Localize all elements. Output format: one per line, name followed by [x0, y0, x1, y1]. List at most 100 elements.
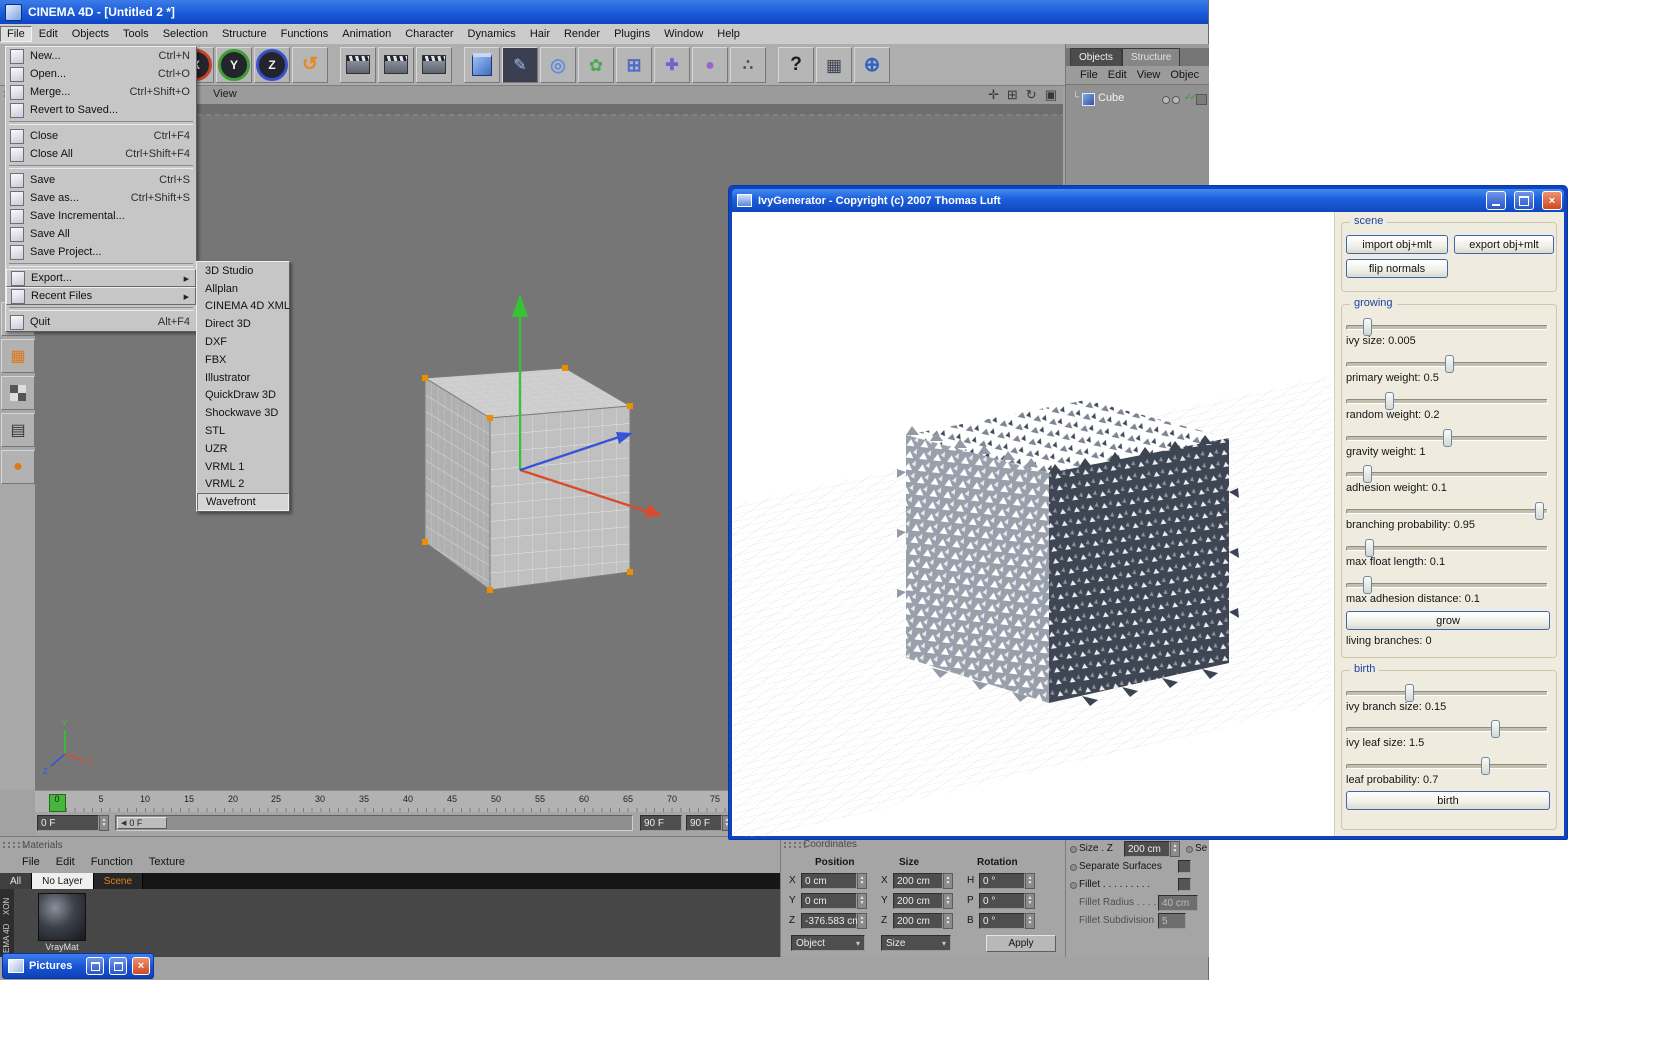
- coordinate-system-button[interactable]: [292, 46, 328, 83]
- rot-b-stepper[interactable]: [1025, 913, 1035, 929]
- export-stl[interactable]: STL: [197, 422, 289, 440]
- menu-character[interactable]: Character: [398, 26, 460, 42]
- size-z-stepper[interactable]: [943, 913, 953, 929]
- frame-slider-thumb[interactable]: 0 F: [117, 817, 167, 829]
- menu-animation[interactable]: Animation: [335, 26, 398, 42]
- coord-size-dropdown[interactable]: Size: [881, 935, 951, 951]
- maximize-view-button[interactable]: ▣: [1045, 87, 1057, 103]
- menu-hair[interactable]: Hair: [523, 26, 557, 42]
- file-menu-export[interactable]: Export...: [6, 269, 196, 287]
- minimize-button[interactable]: [1486, 191, 1506, 210]
- export-wavefront[interactable]: Wavefront: [197, 493, 289, 512]
- ivy-size-slider[interactable]: [1346, 318, 1548, 336]
- slider-thumb[interactable]: [1445, 355, 1454, 373]
- enable-check-icon[interactable]: ✓✓: [1184, 92, 1198, 103]
- export-allplan[interactable]: Allplan: [197, 280, 289, 298]
- array-tool-button[interactable]: [578, 46, 614, 83]
- objects-menu-objects[interactable]: Objec: [1170, 69, 1199, 81]
- maximize-button[interactable]: [1514, 191, 1534, 210]
- tree-row-cube[interactable]: └ Cube ✓✓: [1066, 91, 1209, 107]
- size-z-field[interactable]: 200 cm: [893, 913, 943, 929]
- size-y-field[interactable]: 200 cm: [893, 893, 943, 909]
- file-menu-recent-files[interactable]: Recent Files: [6, 287, 196, 305]
- nurbs-tool-button[interactable]: [540, 46, 576, 83]
- file-menu-revert[interactable]: Revert to Saved...: [6, 101, 196, 119]
- branching-probability-slider[interactable]: [1346, 502, 1548, 520]
- menu-structure[interactable]: Structure: [215, 26, 274, 42]
- max-adhesion-distance-slider[interactable]: [1346, 576, 1548, 594]
- apply-button[interactable]: Apply: [986, 935, 1056, 952]
- menu-dynamics[interactable]: Dynamics: [461, 26, 523, 42]
- size-x-stepper[interactable]: [943, 873, 953, 889]
- materials-menu-edit[interactable]: Edit: [56, 856, 75, 868]
- pos-z-field[interactable]: -376.583 cm: [801, 913, 861, 929]
- slider-thumb[interactable]: [1535, 502, 1544, 520]
- anim-dot[interactable]: [1070, 846, 1077, 853]
- menu-edit[interactable]: Edit: [32, 26, 65, 42]
- particle-tool-button[interactable]: [692, 46, 728, 83]
- tab-no-layer[interactable]: No Layer: [32, 873, 94, 889]
- attr-size-z-field[interactable]: 200 cm: [1124, 841, 1170, 857]
- material-thumbnail[interactable]: [38, 893, 86, 941]
- workplane-mode-button[interactable]: ▤: [1, 413, 35, 447]
- objects-menu-edit[interactable]: Edit: [1108, 69, 1127, 81]
- flip-normals-button[interactable]: flip normals: [1346, 259, 1448, 278]
- z-axis-lock-button[interactable]: Z: [254, 46, 290, 83]
- tab-objects[interactable]: Objects: [1070, 48, 1122, 66]
- attr-size-z-stepper[interactable]: [1170, 841, 1180, 857]
- primary-weight-slider[interactable]: [1346, 355, 1548, 373]
- layer-chip[interactable]: [1196, 94, 1207, 105]
- leaf-probability-slider[interactable]: [1346, 757, 1548, 775]
- boolean-tool-button[interactable]: [616, 46, 652, 83]
- menu-functions[interactable]: Functions: [274, 26, 336, 42]
- current-frame-field[interactable]: 0 F: [37, 815, 99, 831]
- rotate-view-button[interactable]: ↻: [1026, 87, 1037, 103]
- materials-menu-texture[interactable]: Texture: [149, 856, 185, 868]
- size-y-stepper[interactable]: [943, 893, 953, 909]
- scene-tool-button[interactable]: [730, 46, 766, 83]
- fillet-radius-field[interactable]: 40 cm: [1158, 895, 1198, 911]
- panel-handle[interactable]: [783, 841, 809, 849]
- model-mode-button[interactable]: ▦: [1, 339, 35, 373]
- file-menu-close[interactable]: Close Ctrl+F4: [6, 127, 196, 145]
- import-obj-button[interactable]: import obj+mlt: [1346, 235, 1448, 254]
- render-settings-button[interactable]: [416, 46, 452, 83]
- close-button[interactable]: ×: [132, 957, 150, 975]
- texture-mode-button[interactable]: [1, 376, 35, 410]
- export-vrml-2[interactable]: VRML 2: [197, 476, 289, 494]
- frame-slider[interactable]: 0 F: [115, 815, 633, 831]
- ivy-titlebar[interactable]: IvyGenerator - Copyright (c) 2007 Thomas…: [732, 189, 1564, 212]
- visibility-render-toggle[interactable]: [1172, 96, 1180, 104]
- max-frame-field[interactable]: 90 F: [686, 815, 722, 831]
- pos-x-field[interactable]: 0 cm: [801, 873, 857, 889]
- deformer-tool-button[interactable]: [654, 46, 690, 83]
- grow-button[interactable]: grow: [1346, 611, 1550, 630]
- menu-tools[interactable]: Tools: [116, 26, 156, 42]
- export-shockwave-3d[interactable]: Shockwave 3D: [197, 404, 289, 422]
- slider-thumb[interactable]: [1385, 392, 1394, 410]
- export-illustrator[interactable]: Illustrator: [197, 369, 289, 387]
- render-view-button[interactable]: [340, 46, 376, 83]
- export-direct-3d[interactable]: Direct 3D: [197, 315, 289, 333]
- anim-dot[interactable]: [1070, 882, 1077, 889]
- range-end-field[interactable]: 90 F: [640, 815, 682, 831]
- visibility-editor-toggle[interactable]: [1162, 96, 1170, 104]
- help-button[interactable]: [778, 46, 814, 83]
- menu-render[interactable]: Render: [557, 26, 607, 42]
- file-menu-quit[interactable]: Quit Alt+F4: [6, 313, 196, 331]
- materials-menu-function[interactable]: Function: [91, 856, 133, 868]
- rot-h-field[interactable]: 0 °: [979, 873, 1025, 889]
- slider-thumb[interactable]: [1365, 539, 1374, 557]
- rot-h-stepper[interactable]: [1025, 873, 1035, 889]
- y-axis-lock-button[interactable]: Y: [216, 46, 252, 83]
- export-dxf[interactable]: DXF: [197, 333, 289, 351]
- online-help-button[interactable]: [854, 46, 890, 83]
- close-button[interactable]: ×: [1542, 191, 1562, 210]
- tab-scene[interactable]: Scene: [93, 873, 144, 889]
- slider-thumb[interactable]: [1491, 720, 1500, 738]
- export-fbx[interactable]: FBX: [197, 351, 289, 369]
- slider-thumb[interactable]: [1405, 684, 1414, 702]
- anim-dot[interactable]: [1186, 846, 1193, 853]
- file-menu-save-all[interactable]: Save All: [6, 225, 196, 243]
- slider-thumb[interactable]: [1363, 318, 1372, 336]
